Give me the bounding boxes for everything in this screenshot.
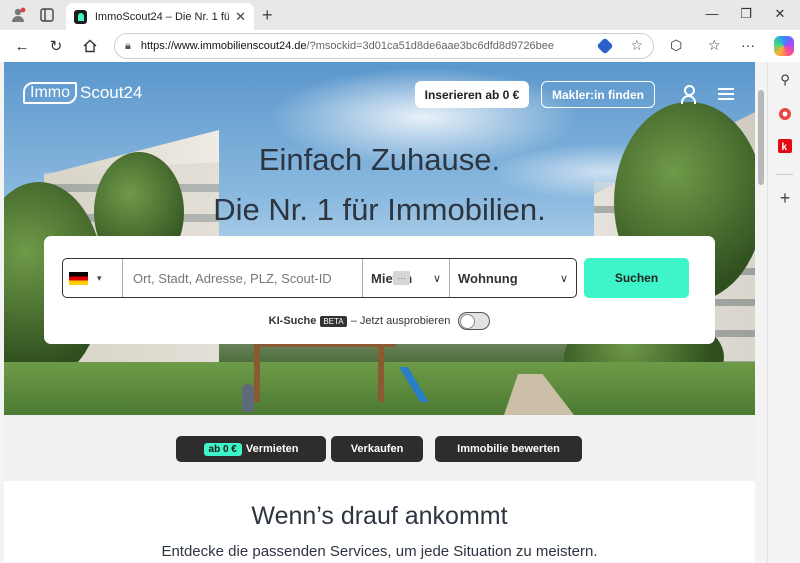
browser-toolbar: ← ↻ 🔒︎ https://www.immobilienscout24.de/…: [0, 30, 800, 62]
ki-search-row: KI-Suche BETA – Jetzt ausprobieren: [44, 312, 715, 330]
back-arrow-icon[interactable]: ←: [12, 36, 32, 56]
minimize-icon[interactable]: —: [702, 6, 722, 21]
extensions-puzzle-icon[interactable]: ⬡: [670, 37, 682, 54]
user-account-icon[interactable]: [680, 84, 696, 104]
ki-search-label: KI-Suche: [268, 315, 317, 327]
beta-badge: BETA: [320, 315, 347, 327]
tab-immoscout[interactable]: ImmoScout24 – Die Nr. 1 für Immo ✕: [66, 3, 254, 30]
insert-listing-button[interactable]: Inserieren ab 0 €: [415, 81, 529, 108]
country-select[interactable]: ▾: [63, 259, 123, 297]
property-type-value: Wohnung: [458, 270, 518, 286]
web-page: Immo Scout24 Inserieren ab 0 € Makler:in…: [4, 62, 755, 563]
logo-text: Scout24: [80, 83, 143, 102]
section-heading: Wenn’s drauf ankommt: [251, 502, 508, 530]
immoscout-favicon-icon: [74, 9, 87, 24]
hero-section: Immo Scout24 Inserieren ab 0 € Makler:in…: [4, 62, 755, 415]
sell-button[interactable]: Verkaufen: [331, 436, 423, 462]
search-icon[interactable]: ⚲: [777, 72, 793, 88]
restore-icon[interactable]: ❐: [736, 6, 756, 22]
extension-tag-icon[interactable]: [596, 37, 614, 55]
ki-search-text: – Jetzt ausprobieren: [350, 315, 451, 327]
playground-image: [254, 342, 396, 402]
find-agent-button[interactable]: Makler:in finden: [541, 81, 655, 108]
refresh-icon[interactable]: ↻: [46, 36, 66, 56]
search-bar: ▾ ⋯ Mieten ∨ Wohnung ∨: [62, 258, 577, 298]
kaufland-icon[interactable]: k: [777, 138, 793, 154]
browser-sidebar: ⚲ k +: [767, 62, 800, 563]
url-text[interactable]: https://www.immobilienscout24.de/?msocki…: [141, 40, 581, 52]
location-search-input[interactable]: [123, 259, 363, 297]
tab-title: ImmoScout24 – Die Nr. 1 für Immo: [94, 10, 230, 23]
property-type-select[interactable]: Wohnung ∨: [450, 259, 576, 297]
new-tab-icon[interactable]: +: [262, 5, 273, 26]
favorites-icon[interactable]: ☆: [708, 37, 721, 54]
favorite-star-icon[interactable]: ☆: [630, 37, 643, 54]
germany-flag-icon: [69, 271, 88, 285]
hero-subheadline: Die Nr. 1 für Immobilien.: [213, 192, 546, 227]
category-strip: ab 0 € Vermieten Verkaufen Immobilie bew…: [4, 415, 755, 481]
location-field-wrap: ⋯: [123, 259, 410, 297]
price-badge: ab 0 €: [203, 442, 242, 456]
chevron-down-icon: ∨: [559, 272, 568, 285]
chevron-down-icon: ∨: [432, 272, 441, 285]
tab-actions-icon[interactable]: [38, 6, 56, 24]
immoscout-logo[interactable]: Immo Scout24: [23, 82, 142, 104]
profile-icon[interactable]: [9, 6, 27, 24]
chevron-down-icon: ▾: [97, 272, 102, 283]
scrollbar-thumb[interactable]: [758, 90, 764, 185]
property-valuation-button[interactable]: Immobilie bewerten: [435, 436, 582, 462]
sidebar-divider: [776, 174, 793, 175]
svg-text:k: k: [782, 142, 788, 153]
logo-box: Immo: [23, 82, 77, 104]
title-bar: ImmoScout24 – Die Nr. 1 für Immo ✕ + — ❐…: [0, 0, 800, 30]
lock-icon[interactable]: 🔒︎: [125, 40, 131, 53]
keyboard-icon[interactable]: ⋯: [393, 271, 410, 285]
shopping-icon[interactable]: [777, 106, 793, 122]
more-menu-icon[interactable]: ···: [741, 37, 755, 53]
copilot-icon[interactable]: [774, 36, 794, 56]
hamburger-menu-icon[interactable]: [718, 88, 734, 100]
page-scrollbar[interactable]: [756, 62, 766, 563]
hero-headline: Einfach Zuhause.: [258, 142, 501, 177]
rent-out-label: Vermieten: [245, 443, 299, 455]
rent-out-button[interactable]: ab 0 € Vermieten: [176, 436, 326, 462]
section-subheading: Entdecke die passenden Services, um jede…: [161, 543, 598, 560]
ki-search-toggle[interactable]: [458, 312, 491, 330]
close-tab-icon[interactable]: ✕: [235, 9, 246, 25]
person-image: [242, 384, 254, 412]
home-icon[interactable]: [80, 36, 100, 56]
search-card: ▾ ⋯ Mieten ∨ Wohnung ∨ Suchen KI-Suche B: [44, 236, 715, 344]
close-window-icon[interactable]: ✕: [770, 6, 790, 22]
add-sidebar-app-icon[interactable]: +: [777, 188, 793, 208]
address-bar[interactable]: 🔒︎ https://www.immobilienscout24.de/?mso…: [114, 33, 654, 59]
search-button[interactable]: Suchen: [584, 258, 689, 298]
